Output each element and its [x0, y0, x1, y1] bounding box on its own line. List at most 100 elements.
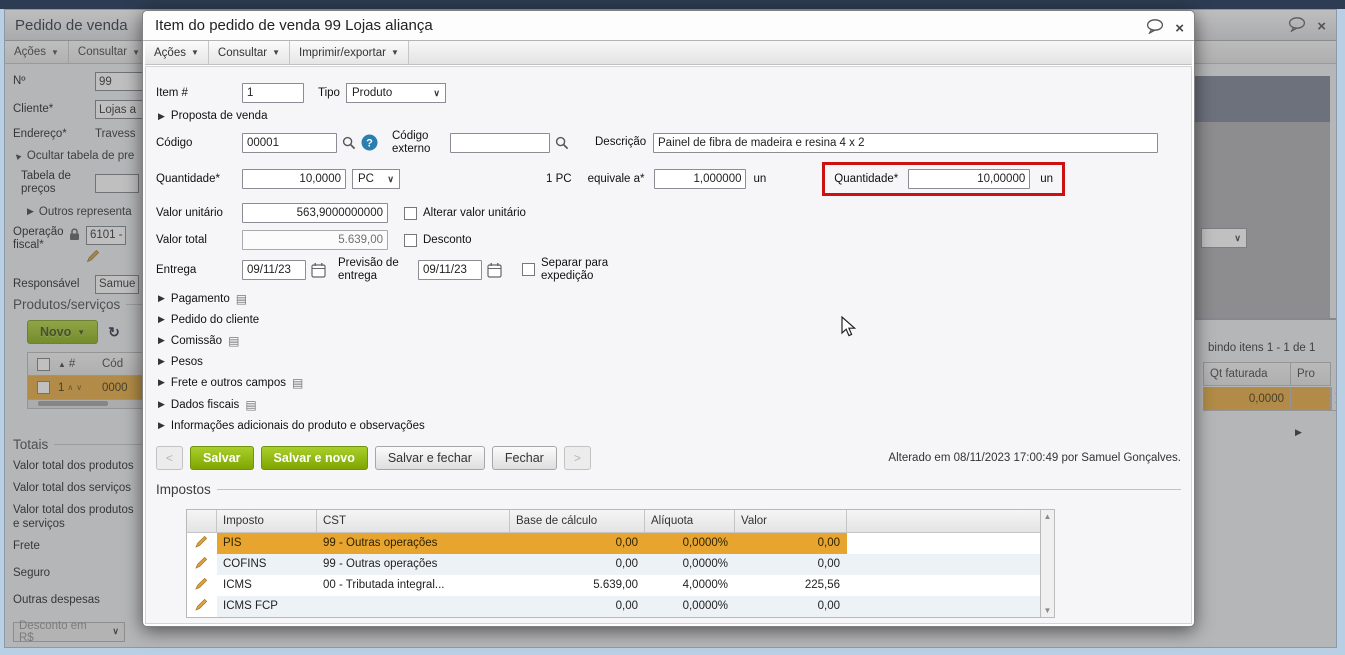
row-checkbox[interactable] [36, 381, 50, 394]
table-row[interactable]: PIS 99 - Outras operações 0,00 0,0000% 0… [187, 532, 1040, 554]
chevron-down-icon: ▼ [190, 48, 199, 57]
desconto-checkbox[interactable] [404, 233, 417, 247]
novo-button[interactable]: Novo ▼ [27, 320, 99, 344]
desconto-select[interactable]: Desconto em R$ ∨ [13, 620, 125, 644]
col-aliquota[interactable]: Alíquota [645, 509, 735, 533]
operacao-fiscal-field[interactable] [86, 225, 126, 245]
row-codigo: 0000 [102, 381, 128, 394]
cliente-label: Cliente* [13, 102, 54, 115]
table-row[interactable]: ICMS 00 - Tributada integral... 5.639,00… [187, 574, 1040, 596]
triangle-right-icon: ▶ [158, 399, 165, 410]
codigo-externo-field[interactable] [450, 132, 550, 153]
quantidade-field[interactable] [242, 169, 346, 190]
list-icon[interactable]: ▤ [292, 376, 303, 390]
equivale-field[interactable] [654, 169, 747, 190]
salvar-button[interactable]: Salvar [190, 445, 254, 470]
modal-menu-acoes[interactable]: Ações ▼ [145, 41, 209, 64]
valor-unitario-field[interactable] [242, 203, 388, 224]
scroll-up-icon: ▲ [1334, 389, 1336, 396]
refresh-icon[interactable]: ↻ [108, 324, 120, 341]
proposta-venda-toggle[interactable]: ▶ Proposta de venda [158, 110, 1181, 122]
pencil-icon[interactable] [86, 249, 126, 266]
pedido-menu-consultar[interactable]: Consultar ▼ [68, 41, 151, 63]
list-icon[interactable]: ▤ [228, 334, 239, 348]
col-valor[interactable]: Valor [735, 509, 847, 533]
table-row[interactable]: ICMS FCP 0,00 0,0000% 0,00 [187, 595, 1040, 617]
comment-icon[interactable] [1146, 19, 1165, 37]
section-informacoes-adicionais[interactable]: ▶ Informações adicionais do produto e obs… [158, 420, 1181, 432]
col-pro[interactable]: Pro [1291, 362, 1331, 386]
tabela-precos-field[interactable] [95, 173, 139, 193]
codigo-field[interactable] [242, 132, 337, 153]
section-pedido-cliente[interactable]: ▶ Pedido do cliente [158, 314, 1181, 326]
product-info-icon[interactable]: ? [361, 134, 378, 151]
calendar-icon[interactable] [487, 262, 502, 278]
col-num-label[interactable]: # [69, 358, 75, 370]
table-row[interactable]: COFINS 99 - Outras operações 0,00 0,0000… [187, 553, 1040, 575]
vertical-scrollbar[interactable]: ▲▼ [1041, 508, 1055, 618]
entrega-label: Entrega [156, 263, 197, 276]
item-field[interactable] [242, 83, 304, 103]
quantidade2-unit: un [1040, 173, 1054, 186]
pencil-icon[interactable] [195, 598, 208, 614]
pedido-menu-acoes[interactable]: Ações ▼ [5, 41, 69, 63]
scroll-down-icon: ▼ [1043, 605, 1052, 615]
cliente-field[interactable] [95, 100, 143, 119]
col-imposto[interactable]: Imposto [217, 509, 317, 533]
section-pagamento[interactable]: ▶ Pagamento ▤ [158, 292, 1181, 306]
list-icon[interactable]: ▤ [236, 292, 247, 306]
salvar-e-fechar-button[interactable]: Salvar e fechar [374, 445, 485, 470]
responsavel-field[interactable] [95, 274, 139, 294]
section-comissao[interactable]: ▶ Comissão ▤ [158, 334, 1181, 348]
pencil-icon[interactable] [195, 535, 208, 551]
alterar-valor-checkbox[interactable] [404, 206, 417, 220]
pedido-title: Pedido de venda [15, 16, 128, 34]
search-icon[interactable] [555, 136, 569, 150]
section-frete[interactable]: ▶ Frete e outros campos ▤ [158, 376, 1181, 390]
quantidade2-field[interactable] [908, 169, 1031, 190]
frete-label: Frete [13, 539, 40, 552]
section-pesos[interactable]: ▶ Pesos [158, 356, 1181, 368]
produto-row[interactable]: 1 ∧ ∨ 0000 [27, 376, 145, 400]
modal-menu-consultar[interactable]: Consultar ▼ [208, 41, 291, 64]
desconto-label: Desconto [423, 234, 472, 247]
col-codigo-label[interactable]: Cód [102, 358, 123, 370]
itens-table-row[interactable]: 0,0000 ▲▼ [1203, 387, 1336, 411]
search-icon[interactable] [342, 136, 356, 150]
salvar-e-novo-button[interactable]: Salvar e novo [260, 445, 368, 470]
select-all-checkbox[interactable] [36, 357, 50, 371]
list-icon[interactable]: ▤ [245, 398, 256, 412]
pencil-icon[interactable] [195, 577, 208, 593]
pencil-icon[interactable] [195, 556, 208, 572]
fechar-button[interactable]: Fechar [491, 445, 557, 470]
previsao-field[interactable] [418, 259, 482, 280]
next-item-button[interactable]: > [563, 445, 591, 470]
col-qt-faturada[interactable]: Qt faturada [1203, 362, 1291, 386]
close-icon[interactable]: × [1317, 18, 1326, 35]
close-icon[interactable]: × [1175, 20, 1184, 37]
tipo-select[interactable]: Produto ∨ [345, 83, 446, 103]
equivale-unit: un [753, 173, 767, 186]
comment-icon[interactable] [1288, 17, 1307, 35]
triangle-right-icon: ▶ [158, 293, 165, 304]
col-base[interactable]: Base de cálculo [510, 509, 645, 533]
move-down-icon[interactable]: ∨ [76, 383, 82, 392]
modal-titlebar: Item do pedido de venda 99 Lojas aliança… [143, 11, 1194, 41]
endereco-label: Endereço* [13, 128, 67, 140]
vertical-scrollbar[interactable]: ▲▼ [1331, 387, 1336, 411]
separar-checkbox[interactable] [522, 263, 535, 277]
move-up-icon[interactable]: ∧ [67, 383, 73, 392]
calendar-icon[interactable] [311, 262, 326, 278]
numero-field[interactable] [95, 72, 143, 91]
right-dropdown[interactable]: ∨ [1201, 228, 1247, 248]
prev-item-button[interactable]: < [156, 445, 184, 470]
modal-content: Item # Tipo Produto∨ ▶ Proposta de venda… [145, 66, 1192, 624]
unidade-select[interactable]: PC ∨ [352, 169, 400, 190]
descricao-field[interactable] [653, 132, 1158, 153]
section-dados-fiscais[interactable]: ▶ Dados fiscais ▤ [158, 398, 1181, 412]
alterar-valor-label: Alterar valor unitário [423, 207, 526, 220]
col-cst[interactable]: CST [317, 509, 510, 533]
horizontal-scrollbar[interactable] [27, 400, 145, 409]
entrega-field[interactable] [242, 259, 306, 280]
modal-menu-imprimir[interactable]: Imprimir/exportar ▼ [290, 41, 409, 64]
